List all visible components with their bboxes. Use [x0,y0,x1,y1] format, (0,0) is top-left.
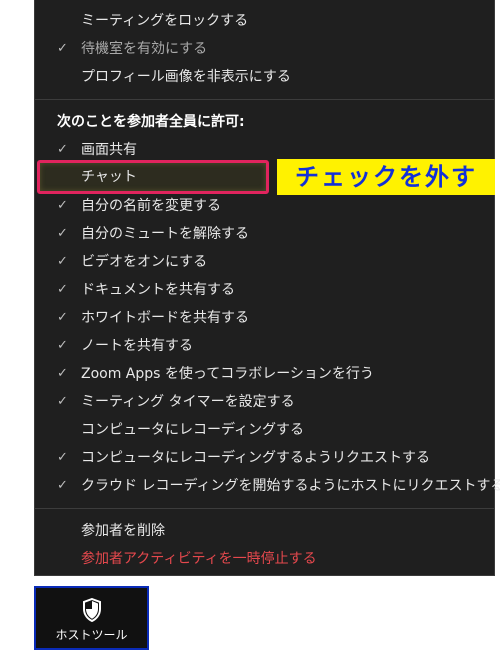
shield-icon [82,597,102,623]
menu-item-request-local-recording[interactable]: ✓ コンピュータにレコーディングするようリクエストする [35,444,494,472]
host-tools-button[interactable]: ホストツール [34,586,149,650]
menu-item-request-cloud-recording[interactable]: ✓ クラウド レコーディングを開始するようにホストにリクエストする [35,472,500,500]
menu-item-unmute-self[interactable]: ✓ 自分のミュートを解除する [35,220,494,248]
check-icon: ✓ [57,366,68,381]
allow-participants-header: 次のことを参加者全員に許可: [57,114,245,130]
menu-item-record-local[interactable]: コンピュータにレコーディングする [35,416,494,444]
menu-item-suspend-participant-activities[interactable]: 参加者アクティビティを一時停止する [35,545,494,573]
host-tools-label: ホストツール [55,628,128,642]
menu-item-lock-meeting[interactable]: ミーティングをロックする [35,7,494,35]
menu-item-chat[interactable]: チャット [35,163,494,191]
check-icon: ✓ [57,254,68,269]
check-icon: ✓ [57,198,68,213]
check-icon: ✓ [57,450,68,465]
menu-item-zoom-apps[interactable]: ✓ Zoom Apps を使ってコラボレーションを行う [35,360,494,388]
check-icon: ✓ [57,282,68,297]
menu-item-enable-waiting-room[interactable]: ✓ 待機室を有効にする [35,35,494,63]
check-icon: ✓ [57,310,68,325]
check-icon: ✓ [57,226,68,241]
menu-item-share-notes[interactable]: ✓ ノートを共有する [35,332,494,360]
check-icon: ✓ [57,478,68,493]
menu-item-share-documents[interactable]: ✓ ドキュメントを共有する [35,276,494,304]
menu-item-share-whiteboards[interactable]: ✓ ホワイトボードを共有する [35,304,494,332]
menu-item-rename-self[interactable]: ✓ 自分の名前を変更する [35,192,494,220]
check-icon: ✓ [57,338,68,353]
menu-item-remove-participant[interactable]: 参加者を削除 [35,517,494,545]
menu-item-hide-profile-pictures[interactable]: プロフィール画像を非表示にする [35,63,494,91]
menu-item-meeting-timer[interactable]: ✓ ミーティング タイマーを設定する [35,388,494,416]
menu-divider [35,508,494,509]
check-icon: ✓ [57,394,68,409]
host-tools-menu: ミーティングをロックする ✓ 待機室を有効にする プロフィール画像を非表示にする… [34,0,500,576]
menu-divider [35,99,494,100]
menu-item-start-video[interactable]: ✓ ビデオをオンにする [35,248,494,276]
check-icon: ✓ [57,41,68,56]
